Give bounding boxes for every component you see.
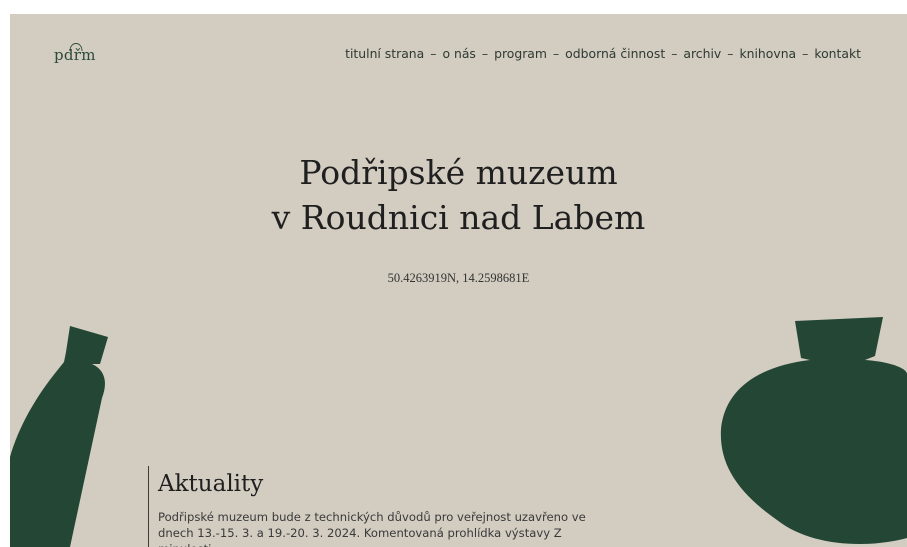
bottle-shape-icon bbox=[10, 326, 108, 547]
pot-shape-icon bbox=[720, 317, 907, 545]
nav-item-kontakt[interactable]: kontakt bbox=[814, 46, 861, 61]
nav-separator: – bbox=[802, 46, 809, 61]
nav-item-program[interactable]: program bbox=[494, 46, 547, 61]
nav-item-o-nas[interactable]: o nás bbox=[442, 46, 475, 61]
logo-text: pdřm bbox=[54, 46, 96, 64]
main-nav: titulní strana – o nás – program – odbor… bbox=[345, 46, 861, 61]
nav-item-knihovna[interactable]: knihovna bbox=[739, 46, 796, 61]
nav-item-archiv[interactable]: archiv bbox=[683, 46, 721, 61]
nav-item-titulni-strana[interactable]: titulní strana bbox=[345, 46, 424, 61]
page: pdřm titulní strana – o nás – program – … bbox=[10, 14, 907, 547]
logo[interactable]: pdřm bbox=[54, 38, 98, 68]
news-text: Podřipské muzeum bude z technických důvo… bbox=[158, 510, 586, 547]
page-title-line2: v Roudnici nad Labem bbox=[271, 198, 646, 237]
coordinates: 50.4263919N, 14.2598681E bbox=[387, 271, 530, 285]
nav-separator: – bbox=[727, 46, 734, 61]
news-section: Aktuality Podřipské muzeum bude z techni… bbox=[148, 466, 628, 547]
news-heading: Aktuality bbox=[158, 471, 264, 497]
nav-separator: – bbox=[430, 46, 437, 61]
nav-item-odborna-cinnost[interactable]: odborná činnost bbox=[565, 46, 665, 61]
nav-separator: – bbox=[552, 46, 560, 61]
page-title: Podřipské muzeum v Roudnici nad Labem bbox=[10, 150, 907, 240]
page-title-line1: Podřipské muzeum bbox=[299, 153, 618, 192]
nav-separator: – bbox=[671, 46, 678, 61]
nav-separator: – bbox=[481, 46, 489, 61]
